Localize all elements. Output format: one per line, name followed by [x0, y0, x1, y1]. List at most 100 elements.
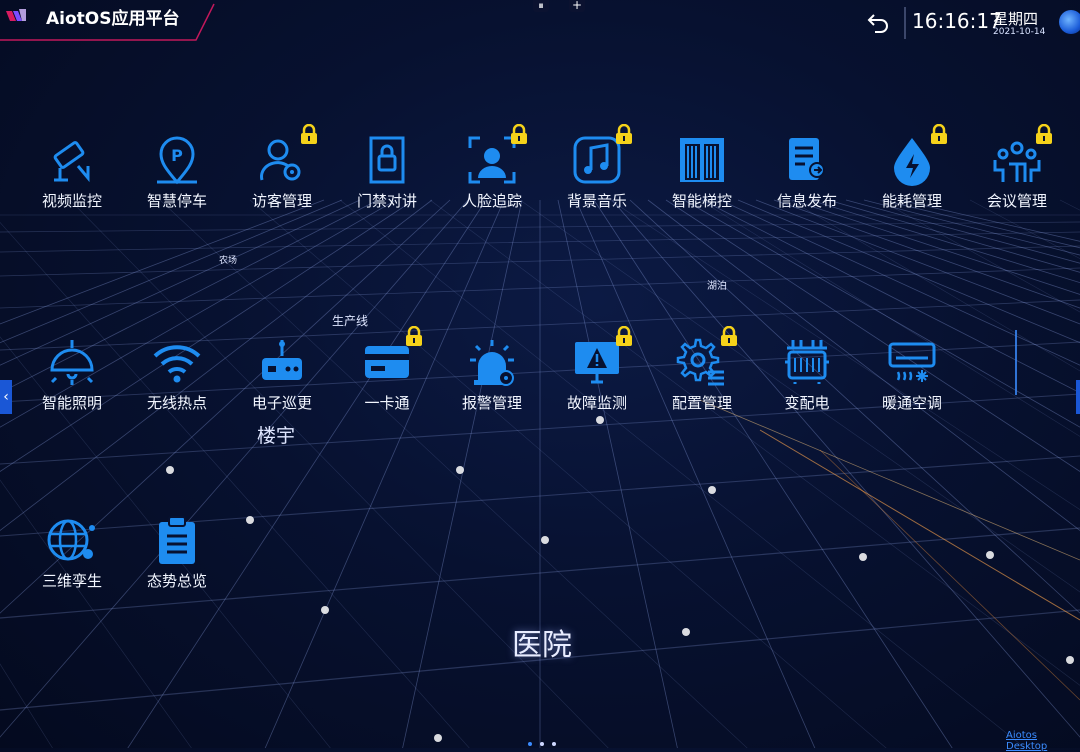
app-icon-wrap: [462, 124, 527, 190]
app-label: 电子巡更: [251, 394, 312, 412]
wifi-icon: [153, 345, 201, 383]
app-label: 访客管理: [251, 192, 312, 210]
app-icon-wrap: [147, 510, 207, 570]
back-icon[interactable]: [866, 11, 892, 35]
app-label: 门禁对讲: [356, 192, 417, 210]
app-icon-wrap: P: [147, 130, 207, 190]
app-tile[interactable]: 背景音乐: [547, 124, 647, 211]
map-label-hospital[interactable]: 医院: [512, 620, 572, 664]
app-label: 无线热点: [146, 394, 207, 412]
app-icon-wrap: [42, 130, 102, 190]
app-icon-wrap: [357, 130, 417, 190]
map-label-building[interactable]: 楼宇: [257, 421, 295, 448]
app-tile[interactable]: 视频监控: [22, 130, 122, 211]
map-label-farm[interactable]: 农场: [219, 253, 237, 266]
lock-icon: [511, 124, 527, 144]
app-tile[interactable]: P 智慧停车: [127, 130, 227, 211]
app-tile[interactable]: 智能梯控: [652, 130, 752, 211]
app-label: 故障监测: [566, 394, 627, 412]
app-tile[interactable]: 智能照明: [22, 332, 122, 413]
lock-icon: [301, 124, 317, 144]
app-tile[interactable]: 态势总览: [127, 510, 227, 591]
app-tile[interactable]: 故障监测: [547, 326, 647, 413]
lock-icon: [616, 326, 632, 346]
app-tile[interactable]: 电子巡更: [232, 332, 332, 413]
app-tile[interactable]: 人脸追踪: [442, 124, 542, 211]
app-icon-wrap: [777, 332, 837, 392]
app-tile[interactable]: 一卡通: [337, 326, 437, 413]
app-tile[interactable]: 会议管理: [967, 124, 1067, 211]
footer-link[interactable]: Aiotos Desktop: [1006, 730, 1080, 752]
prev-page-arrow[interactable]: ‹: [0, 380, 12, 414]
app-icon-wrap: [672, 130, 732, 190]
map-label-lake[interactable]: 湖泊: [707, 277, 727, 292]
page-dot[interactable]: [528, 742, 532, 746]
parking-icon: P: [157, 136, 197, 185]
app-label: 报警管理: [461, 394, 522, 412]
app-label: 会议管理: [986, 192, 1047, 210]
app-icon-wrap: [252, 332, 312, 392]
app-tile[interactable]: 三维孪生: [22, 510, 122, 591]
power-distribution-icon: [785, 340, 829, 384]
next-page-arrow[interactable]: [1076, 380, 1080, 414]
page-indicator: [528, 731, 564, 750]
app-icon-wrap: [987, 124, 1052, 190]
camera-icon: [53, 141, 90, 183]
alarm-icon: [470, 340, 514, 386]
map-label-production-line[interactable]: 生产线: [332, 312, 368, 329]
app-tile[interactable]: 能耗管理: [862, 124, 962, 211]
app-label: 人脸追踪: [461, 192, 522, 210]
clock-weekday: 星期四: [993, 10, 1039, 28]
app-label: 暖通空调: [881, 394, 942, 412]
door-intercom-icon: [369, 136, 405, 184]
lock-icon: [406, 326, 422, 346]
clock-divider: [904, 7, 906, 39]
app-label: 配置管理: [671, 394, 732, 412]
app-logo-icon: [6, 9, 26, 21]
app-icon-wrap: [252, 124, 317, 190]
app-tile[interactable]: 门禁对讲: [337, 130, 437, 211]
hvac-icon: [888, 342, 936, 382]
elevator-icon: [680, 138, 724, 182]
app-label: 一卡通: [364, 394, 410, 412]
app-label: 智能梯控: [671, 192, 732, 210]
page-dot[interactable]: [552, 742, 556, 746]
clock-time: 16:16:17: [912, 9, 1002, 33]
app-icon-wrap: [462, 332, 522, 392]
app-icon-wrap: [882, 332, 942, 392]
svg-text:P: P: [171, 146, 183, 165]
app-tile[interactable]: 配置管理: [652, 326, 752, 413]
lock-icon: [1036, 124, 1052, 144]
app-icon-wrap: [567, 326, 632, 392]
app-tile[interactable]: 无线热点: [127, 332, 227, 413]
lighting-icon: [50, 340, 94, 385]
app-icon-wrap: [147, 332, 207, 392]
add-button[interactable]: +: [569, 0, 585, 12]
app-label: 态势总览: [146, 572, 207, 590]
app-label: 智能照明: [41, 394, 102, 412]
app-tile[interactable]: 报警管理: [442, 332, 542, 413]
app-label: 三维孪生: [41, 572, 102, 590]
app-icon-wrap: [882, 124, 947, 190]
app-icon-wrap: [42, 510, 102, 570]
app-icon-wrap: [357, 326, 422, 392]
app-label: 能耗管理: [881, 192, 942, 210]
info-publish-icon: [789, 138, 825, 180]
page-dot[interactable]: [540, 742, 544, 746]
lock-icon: [931, 124, 947, 144]
app-tile[interactable]: 变配电: [757, 332, 857, 413]
app-label: 变配电: [784, 394, 830, 412]
pause-button[interactable]: ⏸: [533, 0, 549, 12]
app-tile[interactable]: 信息发布: [757, 130, 857, 211]
app-tile[interactable]: 访客管理: [232, 124, 332, 211]
app-icon-wrap: [777, 130, 837, 190]
lock-icon: [721, 326, 737, 346]
app-icon-wrap: [567, 124, 632, 190]
avatar[interactable]: [1059, 10, 1080, 34]
app-label: 智慧停车: [146, 192, 207, 210]
patrol-icon: [262, 340, 302, 380]
app-icon-wrap: [672, 326, 737, 392]
top-bar: AiotOS应用平台 ⏸ + 16:16:17 星期四 2021-10-14: [0, 0, 1080, 46]
app-label: 信息发布: [776, 192, 837, 210]
app-tile[interactable]: 暖通空调: [862, 332, 962, 413]
